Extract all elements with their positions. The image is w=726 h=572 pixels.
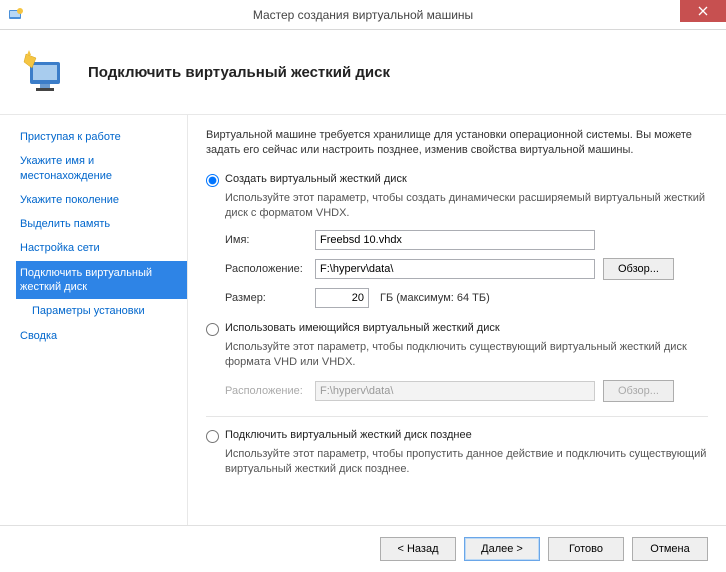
location-input[interactable]	[315, 259, 595, 279]
wizard-body: Приступая к работе Укажите имя и местона…	[0, 115, 726, 525]
name-label: Имя:	[225, 234, 307, 246]
radio-create[interactable]	[206, 174, 219, 187]
titlebar: Мастер создания виртуальной машины	[0, 0, 726, 30]
existing-location-label: Расположение:	[225, 385, 307, 397]
sidebar-item-network[interactable]: Настройка сети	[16, 236, 187, 260]
radio-later[interactable]	[206, 430, 219, 443]
option-existing-desc: Используйте этот параметр, чтобы подключ…	[225, 340, 708, 370]
radio-later-label: Подключить виртуальный жесткий диск позд…	[225, 429, 472, 441]
size-label: Размер:	[225, 292, 307, 304]
sidebar-item-memory[interactable]: Выделить память	[16, 212, 187, 236]
sidebar-item-generation[interactable]: Укажите поколение	[16, 188, 187, 212]
footer: < Назад Далее > Готово Отмена	[0, 525, 726, 572]
app-icon	[8, 7, 24, 23]
page-title: Подключить виртуальный жесткий диск	[88, 64, 390, 81]
browse-button[interactable]: Обзор...	[603, 258, 674, 280]
create-form: Имя: Расположение: Обзор... Размер: ГБ (…	[225, 230, 708, 308]
sidebar-item-start[interactable]: Приступая к работе	[16, 125, 187, 149]
close-icon	[698, 6, 708, 16]
sidebar: Приступая к работе Укажите имя и местона…	[0, 115, 188, 525]
finish-button[interactable]: Готово	[548, 537, 624, 561]
option-create-row: Создать виртуальный жесткий диск	[206, 173, 708, 187]
size-input[interactable]	[315, 288, 369, 308]
sidebar-item-install[interactable]: Параметры установки	[16, 299, 187, 323]
option-create-desc: Используйте этот параметр, чтобы создать…	[225, 191, 708, 221]
sidebar-item-name[interactable]: Укажите имя и местонахождение	[16, 149, 187, 188]
wizard-header: Подключить виртуальный жесткий диск	[0, 30, 726, 115]
next-button[interactable]: Далее >	[464, 537, 540, 561]
existing-form: Расположение: Обзор...	[225, 380, 708, 402]
intro-text: Виртуальной машине требуется хранилище д…	[206, 128, 708, 159]
radio-existing-label: Использовать имеющийся виртуальный жестк…	[225, 322, 500, 334]
separator	[206, 416, 708, 417]
name-input[interactable]	[315, 230, 595, 250]
close-button[interactable]	[680, 0, 726, 22]
option-later-row: Подключить виртуальный жесткий диск позд…	[206, 429, 708, 443]
cancel-button[interactable]: Отмена	[632, 537, 708, 561]
main-panel: Виртуальной машине требуется хранилище д…	[188, 115, 726, 525]
radio-create-label: Создать виртуальный жесткий диск	[225, 173, 407, 185]
sidebar-item-summary[interactable]: Сводка	[16, 324, 187, 348]
location-label: Расположение:	[225, 263, 307, 275]
sidebar-item-disk[interactable]: Подключить виртуальный жесткий диск	[16, 261, 187, 300]
option-later-desc: Используйте этот параметр, чтобы пропуст…	[225, 447, 708, 477]
existing-location-input	[315, 381, 595, 401]
back-button[interactable]: < Назад	[380, 537, 456, 561]
radio-existing[interactable]	[206, 323, 219, 336]
size-unit: ГБ (максимум: 64 ТБ)	[380, 292, 490, 304]
option-existing-row: Использовать имеющийся виртуальный жестк…	[206, 322, 708, 336]
wizard-icon	[22, 48, 70, 96]
window-title: Мастер создания виртуальной машины	[253, 8, 473, 22]
existing-browse-button: Обзор...	[603, 380, 674, 402]
